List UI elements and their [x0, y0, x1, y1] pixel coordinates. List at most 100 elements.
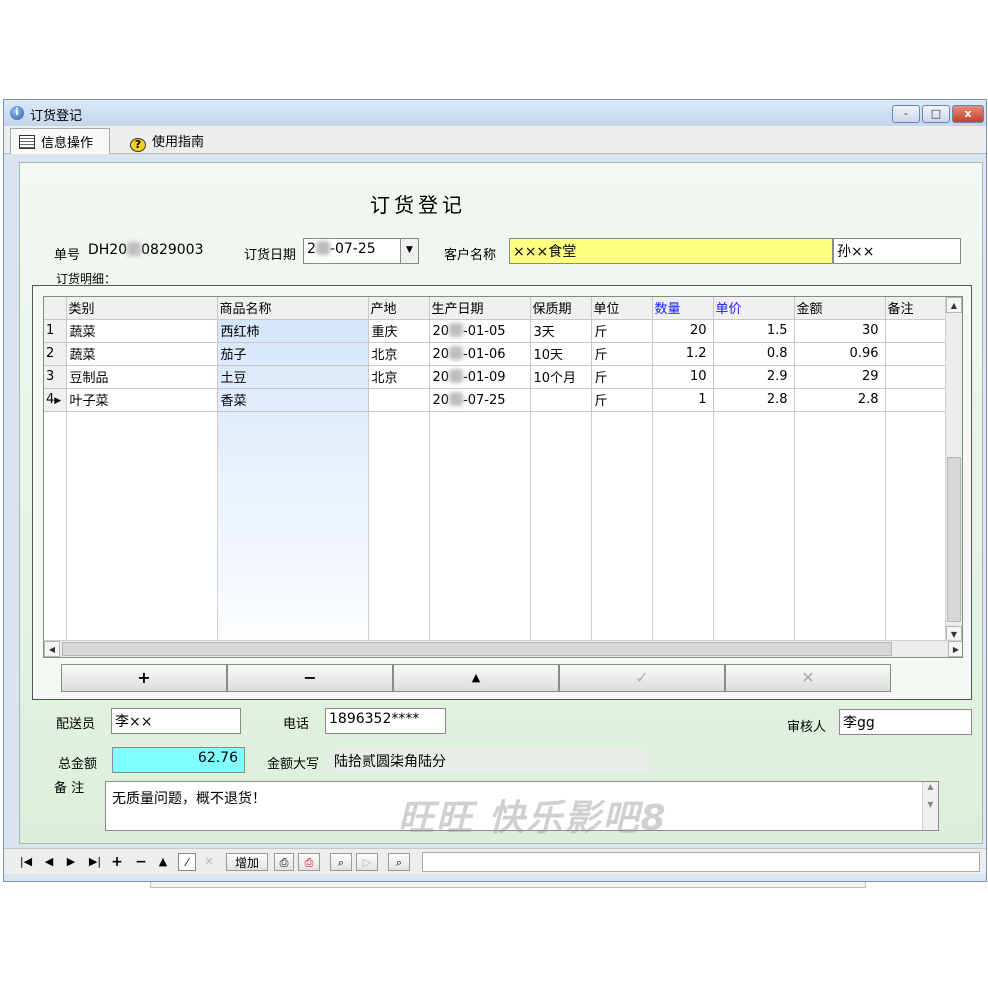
horizontal-scroll-thumb[interactable]: [62, 642, 892, 656]
phone-input[interactable]: 1896352****: [325, 708, 446, 734]
cell-category[interactable]: 蔬菜: [66, 319, 218, 343]
cell-origin[interactable]: 重庆: [368, 319, 430, 343]
zoom-icon[interactable]: ⌕: [388, 853, 410, 871]
row-number-current[interactable]: 4▶: [44, 388, 67, 412]
col-header-origin[interactable]: 产地: [368, 297, 430, 320]
horizontal-scrollbar[interactable]: ◀ ▶: [44, 640, 962, 657]
cell-product[interactable]: 香菜: [217, 388, 369, 412]
cell-amount[interactable]: 2.8: [794, 388, 886, 412]
scroll-right-icon[interactable]: ▶: [948, 641, 962, 657]
cancel-button[interactable]: ✕: [725, 664, 891, 692]
cell-unit[interactable]: 斤: [591, 342, 653, 366]
tab-user-guide[interactable]: ? 使用指南: [122, 128, 226, 154]
order-date-picker[interactable]: 2 -07-25 ▼: [303, 238, 419, 264]
scroll-up-icon[interactable]: ▲: [946, 297, 962, 313]
cell-amount[interactable]: 0.96: [794, 342, 886, 366]
row-number[interactable]: 1: [44, 319, 67, 343]
cell-price[interactable]: 1.5: [713, 319, 795, 343]
minimize-button[interactable]: -: [892, 105, 920, 123]
cell-quantity[interactable]: 1: [652, 388, 714, 412]
col-header-quantity[interactable]: 数量: [652, 297, 714, 320]
row-number[interactable]: 2: [44, 342, 67, 366]
table-row-current[interactable]: 4▶ 叶子菜 香菜 20 -07-25 斤 1 2.8 2.8: [44, 388, 948, 412]
cell-origin[interactable]: [368, 388, 430, 412]
auditor-input[interactable]: 李gg: [839, 709, 972, 735]
cell-quantity[interactable]: 20: [652, 319, 714, 343]
print-preview-icon[interactable]: ⎙: [298, 853, 320, 871]
cell-amount[interactable]: 30: [794, 319, 886, 343]
cell-quantity[interactable]: 1.2: [652, 342, 714, 366]
vertical-scroll-thumb[interactable]: [947, 457, 961, 622]
cell-product[interactable]: 西红柿: [217, 319, 369, 343]
post-record-icon[interactable]: ▲: [156, 853, 170, 871]
table-row[interactable]: 2 蔬菜 茄子 北京 20 -01-06 10天 斤 1.2 0.8 0.96: [44, 342, 948, 366]
search-icon[interactable]: ⌕: [330, 853, 352, 871]
cell-price[interactable]: 0.8: [713, 342, 795, 366]
cancel-edit-icon[interactable]: ✕: [202, 853, 216, 871]
play-icon[interactable]: ▷: [356, 853, 378, 871]
col-header-amount[interactable]: 金额: [794, 297, 886, 320]
chevron-down-icon[interactable]: ▼: [400, 239, 418, 263]
cell-category[interactable]: 蔬菜: [66, 342, 218, 366]
cell-production-date[interactable]: 20 -07-25: [429, 388, 531, 412]
cell-shelf-life[interactable]: [530, 388, 592, 412]
table-row[interactable]: 1 蔬菜 西红柿 重庆 20 -01-05 3天 斤 20 1.5 30: [44, 319, 948, 343]
cell-note[interactable]: [885, 319, 948, 343]
cell-unit[interactable]: 斤: [591, 319, 653, 343]
cell-production-date[interactable]: 20 -01-05: [429, 319, 531, 343]
cell-shelf-life[interactable]: 10天: [530, 342, 592, 366]
contact-input[interactable]: 孙××: [833, 238, 961, 264]
cell-shelf-life[interactable]: 10个月: [530, 365, 592, 389]
prev-record-icon[interactable]: ◀: [42, 853, 56, 871]
col-header-unit[interactable]: 单位: [591, 297, 653, 320]
tab-label: 使用指南: [152, 135, 205, 150]
cell-category[interactable]: 叶子菜: [66, 388, 218, 412]
cell-unit[interactable]: 斤: [591, 388, 653, 412]
col-header-category[interactable]: 类别: [66, 297, 218, 320]
vertical-scrollbar[interactable]: ▲ ▼: [945, 297, 962, 642]
title-bar[interactable]: i 订货登记 - □ x: [4, 100, 986, 126]
first-record-icon[interactable]: |◀: [18, 853, 34, 871]
maximize-button[interactable]: □: [922, 105, 950, 123]
cell-price[interactable]: 2.9: [713, 365, 795, 389]
col-header-note[interactable]: 备注: [885, 297, 948, 320]
customer-name-input[interactable]: ×××食堂: [509, 238, 833, 264]
delete-row-button[interactable]: −: [227, 664, 393, 692]
memo-scrollbar[interactable]: ▲ ▼: [922, 782, 938, 830]
add-button[interactable]: 增加: [226, 853, 268, 871]
cell-production-date[interactable]: 20 -01-09: [429, 365, 531, 389]
cell-note[interactable]: [885, 388, 948, 412]
cell-quantity[interactable]: 10: [652, 365, 714, 389]
tab-info-operation[interactable]: 信息操作: [10, 128, 110, 154]
cell-shelf-life[interactable]: 3天: [530, 319, 592, 343]
cell-origin[interactable]: 北京: [368, 342, 430, 366]
cell-price[interactable]: 2.8: [713, 388, 795, 412]
print-icon[interactable]: ⎙: [274, 853, 294, 871]
cell-amount[interactable]: 29: [794, 365, 886, 389]
confirm-button[interactable]: ✓: [559, 664, 725, 692]
table-row[interactable]: 3 豆制品 土豆 北京 20 -01-09 10个月 斤 10 2.9 29: [44, 365, 948, 389]
cell-production-date[interactable]: 20 -01-06: [429, 342, 531, 366]
cell-category[interactable]: 豆制品: [66, 365, 218, 389]
col-header-production-date[interactable]: 生产日期: [429, 297, 531, 320]
close-button[interactable]: x: [952, 105, 984, 123]
delivery-input[interactable]: 李××: [111, 708, 241, 734]
scroll-left-icon[interactable]: ◀: [44, 641, 60, 657]
move-up-button[interactable]: ▲: [393, 664, 559, 692]
last-record-icon[interactable]: ▶|: [86, 853, 104, 871]
edit-record-icon[interactable]: ⁄: [178, 853, 196, 871]
col-header-product[interactable]: 商品名称: [217, 297, 369, 320]
row-number[interactable]: 3: [44, 365, 67, 389]
cell-note[interactable]: [885, 365, 948, 389]
cell-unit[interactable]: 斤: [591, 365, 653, 389]
cell-product[interactable]: 土豆: [217, 365, 369, 389]
cell-product[interactable]: 茄子: [217, 342, 369, 366]
cell-note[interactable]: [885, 342, 948, 366]
add-row-button[interactable]: +: [61, 664, 227, 692]
col-header-shelf-life[interactable]: 保质期: [530, 297, 592, 320]
next-record-icon[interactable]: ▶: [64, 853, 78, 871]
add-record-icon[interactable]: +: [110, 853, 124, 871]
delete-record-icon[interactable]: −: [134, 853, 148, 871]
col-header-price[interactable]: 单价: [713, 297, 795, 320]
cell-origin[interactable]: 北京: [368, 365, 430, 389]
